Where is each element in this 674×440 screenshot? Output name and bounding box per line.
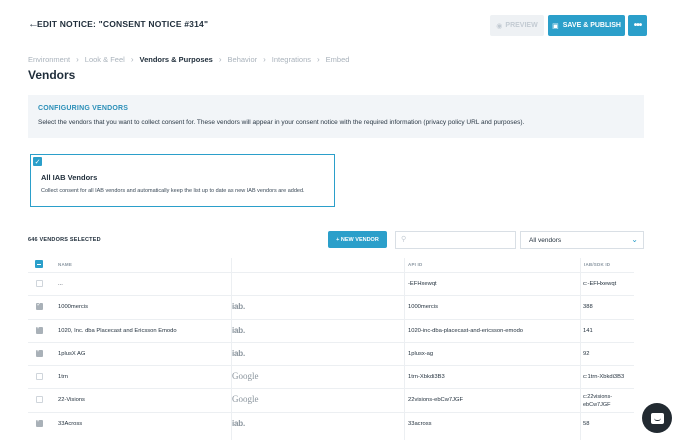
info-box: CONFIGURING VENDORS Select the vendors t… [28, 95, 644, 138]
table-row[interactable]: ... -EFHxewqt c:-EFHxewqt [28, 272, 634, 295]
table-row[interactable]: 33Across iab. 33across 58 [28, 411, 634, 435]
filter-value: All vendors [529, 237, 562, 244]
row-checkbox[interactable] [36, 417, 43, 427]
chevron-right-icon: › [76, 55, 79, 64]
save-publish-button[interactable]: ▣ SAVE & PUBLISH [548, 15, 625, 36]
preview-label: PREVIEW [505, 22, 538, 29]
chat-support-button[interactable] [642, 403, 672, 433]
breadcrumb-integrations[interactable]: Integrations [272, 55, 311, 64]
vendor-name: 1trn [58, 374, 68, 381]
vendor-iab-sdk-id: c:22visions- ebCw7JGF [583, 394, 613, 409]
row-checkbox[interactable] [36, 280, 43, 287]
iab-logo: iab. [232, 302, 245, 312]
info-text: Select the vendors that you want to coll… [38, 119, 525, 126]
chevron-right-icon: › [263, 55, 266, 64]
iab-logo: iab. [232, 418, 245, 428]
vendor-api-id: 1plusx-ag [408, 350, 434, 357]
column-header-api-id[interactable]: API ID [408, 262, 422, 267]
all-iab-vendors-card[interactable]: ✓ All IAB Vendors Collect consent for al… [30, 154, 335, 207]
vendor-api-id: 22visions-ebCw7JGF [408, 397, 464, 404]
iab-logo: iab. [232, 348, 245, 358]
vendor-api-id: -EFHxewqt [408, 281, 437, 287]
page-title: Vendors [28, 68, 76, 82]
notice-title: EDIT NOTICE: "CONSENT NOTICE #314" [37, 19, 209, 29]
vendor-api-id: 1020-inc-dba-placecast-and-ericsson-emod… [408, 327, 524, 334]
google-logo: Google [232, 394, 259, 405]
vendors-table: NAME API ID IAB/SDK ID ... -EFHxewqt c:-… [28, 258, 634, 435]
more-icon: ••• [633, 20, 642, 31]
breadcrumb: Environment › Look & Feel › Vendors & Pu… [28, 55, 349, 64]
table-row[interactable]: 22-Visions Google 22visions-ebCw7JGF c:2… [28, 388, 634, 411]
vendor-api-id: 1trn-Xbkdi3B3 [408, 374, 445, 381]
column-header-name[interactable]: NAME [58, 262, 72, 267]
row-checkbox[interactable] [36, 373, 43, 381]
vendor-api-id: 33across [408, 420, 432, 427]
vendor-name: 1000mercis [58, 304, 88, 311]
iab-card-title: All IAB Vendors [41, 173, 98, 182]
google-logo: Google [232, 371, 259, 382]
vendor-iab-sdk-id: c:-EFHxewqt [583, 281, 617, 287]
row-checkbox[interactable] [36, 347, 43, 357]
search-icon: ⚲ [401, 236, 407, 243]
chevron-right-icon: › [218, 55, 222, 64]
vendor-name: 22-Visions [58, 397, 85, 404]
breadcrumb-look-feel[interactable]: Look & Feel [85, 55, 125, 64]
chevron-right-icon: › [317, 55, 320, 64]
table-row[interactable]: 1trn Google 1trn-Xbkdi3B3 c:1trn-Xbkdi3B… [28, 365, 634, 388]
preview-button[interactable]: ◉ PREVIEW [490, 15, 544, 36]
vendor-iab-sdk-id: 58 [583, 420, 590, 427]
vendor-api-id: 1000mercis [408, 304, 438, 311]
eye-icon: ◉ [496, 22, 503, 30]
new-vendor-button[interactable]: + NEW VENDOR [328, 231, 387, 248]
vendors-selected-count: 646 VENDORS SELECTED [28, 237, 101, 243]
vendor-iab-sdk-id: 141 [583, 327, 593, 334]
chevron-down-icon: ⌄ [631, 235, 638, 244]
breadcrumb-embed[interactable]: Embed [326, 55, 350, 64]
select-all-checkbox[interactable] [35, 260, 43, 268]
vendor-name: 1plusX AG [58, 350, 86, 357]
table-row[interactable]: 1plusX AG iab. 1plusx-ag 92 [28, 341, 634, 365]
breadcrumb-environment[interactable]: Environment [28, 55, 70, 64]
iab-checkbox[interactable]: ✓ [33, 157, 42, 166]
vendor-name: ... [58, 281, 63, 287]
breadcrumb-vendors-purposes[interactable]: Vendors & Purposes [139, 55, 212, 64]
vendor-name: 33Across [58, 420, 83, 427]
vendor-iab-sdk-id: c:1trn-Xbkdi3B3 [583, 374, 625, 381]
table-header: NAME API ID IAB/SDK ID [28, 258, 634, 272]
save-icon: ▣ [552, 22, 559, 30]
row-checkbox[interactable] [36, 301, 43, 311]
iab-logo: iab. [232, 325, 245, 335]
iab-card-description: Collect consent for all IAB vendors and … [41, 188, 305, 194]
vendor-name: 1020, Inc. dba Placecast and Ericsson Em… [58, 327, 177, 334]
vendor-filter-select[interactable]: All vendors ⌄ [520, 231, 644, 249]
chat-icon [650, 412, 664, 424]
vendor-iab-sdk-id: 92 [583, 350, 590, 357]
row-checkbox[interactable] [36, 396, 43, 404]
row-checkbox[interactable] [36, 324, 43, 334]
table-row[interactable]: 1000mercis iab. 1000mercis 388 [28, 295, 634, 318]
more-options-button[interactable]: ••• [628, 15, 647, 36]
chevron-right-icon: › [130, 55, 134, 64]
column-header-iab-sdk-id[interactable]: IAB/SDK ID [584, 262, 610, 267]
table-row[interactable]: 1020, Inc. dba Placecast and Ericsson Em… [28, 318, 634, 342]
vendor-search-input[interactable]: ⚲ [395, 231, 516, 249]
save-publish-label: SAVE & PUBLISH [562, 22, 621, 29]
breadcrumb-behavior[interactable]: Behavior [228, 55, 258, 64]
top-bar: ← EDIT NOTICE: "CONSENT NOTICE #314" ◉ P… [0, 0, 674, 50]
vendor-iab-sdk-id: 388 [583, 304, 593, 311]
info-heading: CONFIGURING VENDORS [38, 105, 129, 112]
